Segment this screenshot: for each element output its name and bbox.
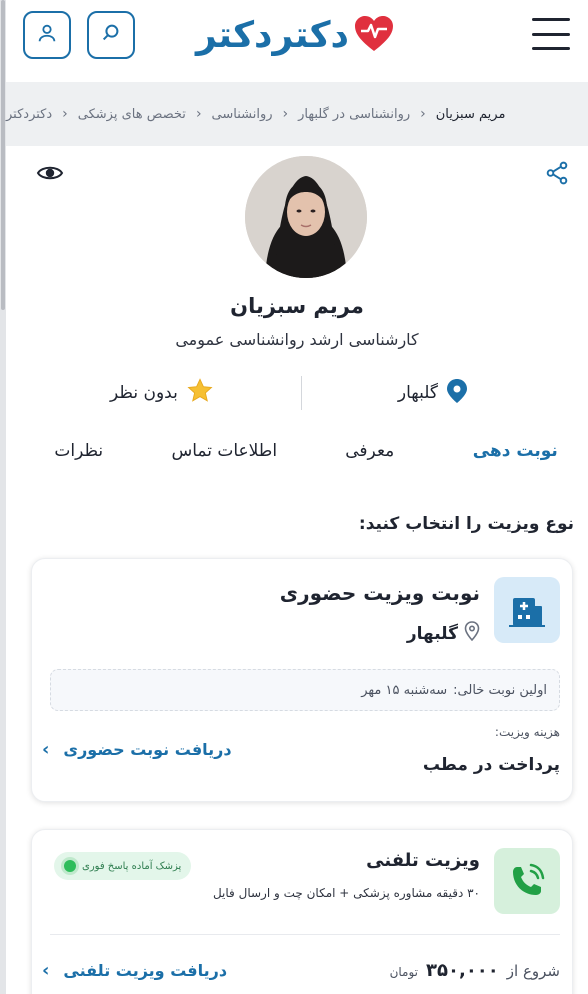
- doctor-name: مریم سبزیان: [230, 294, 364, 318]
- chevron-left-icon: ‹: [62, 106, 68, 122]
- meta-divider: [301, 376, 302, 410]
- breadcrumb-psychology-golbahar[interactable]: روانشناسی در گلبهار: [298, 107, 410, 122]
- share-icon[interactable]: [544, 160, 570, 190]
- get-in-person-appointment-button[interactable]: ‹ دریافت نوبت حضوری: [42, 739, 232, 760]
- breadcrumb-home[interactable]: دکتردکتر: [6, 107, 52, 122]
- scrollbar-thumb[interactable]: [1, 0, 5, 310]
- chevron-left-icon: ‹: [195, 106, 202, 122]
- star-icon: [186, 377, 214, 410]
- location-pin-icon: [446, 378, 468, 409]
- eye-icon[interactable]: [36, 162, 64, 188]
- breadcrumb: دکتردکتر ‹ تخصص های پزشکی ‹ روانشناسی ‹ …: [6, 82, 588, 146]
- first-slot-value: سه‌شنبه ۱۵ مهر: [361, 682, 448, 698]
- price-value: ۳۵۰,۰۰۰: [426, 960, 499, 981]
- phone-visit-price: شروع از ۳۵۰,۰۰۰ تومان: [390, 960, 560, 981]
- doctor-rating[interactable]: بدون نظر: [110, 376, 214, 410]
- instant-response-badge-text: پزشک آماده پاسخ فوری: [82, 860, 182, 872]
- page: دکتردکتر دکتردکتر ‹ تخصص های پزشکی ‹ روا…: [6, 0, 588, 994]
- phone-visit-title: ویزیت تلفنی: [366, 850, 480, 871]
- user-account-button[interactable]: [23, 11, 71, 59]
- in-person-visit-title: نوبت ویزیت حضوری: [279, 581, 480, 605]
- search-icon: [100, 22, 122, 48]
- top-header: دکتردکتر: [6, 0, 588, 82]
- visit-type-heading: نوع ویزیت را انتخاب کنید:: [358, 514, 574, 534]
- instant-response-badge: پزشک آماده پاسخ فوری: [54, 852, 192, 880]
- user-icon: [36, 22, 58, 48]
- online-dot-icon: [64, 860, 76, 872]
- in-person-visit-location: گلبهار: [407, 621, 480, 646]
- hamburger-menu-icon[interactable]: [532, 18, 570, 50]
- first-slot-label: اولین نوبت خالی:: [453, 682, 547, 698]
- in-person-visit-card[interactable]: نوبت ویزیت حضوری گلبهار اولین نوبت خالی:…: [31, 558, 573, 802]
- doctor-avatar: [245, 156, 367, 278]
- card-divider: [50, 934, 560, 935]
- breadcrumb-psychology[interactable]: روانشناسی: [212, 107, 273, 122]
- price-unit: تومان: [389, 965, 419, 979]
- location-pin-outline-icon: [464, 621, 480, 646]
- doctor-location-text: گلبهار: [397, 383, 438, 403]
- doctor-specialty: کارشناسی ارشد روانشناسی عمومی: [175, 330, 419, 349]
- doctor-rating-text: بدون نظر: [110, 383, 178, 403]
- search-button[interactable]: [87, 11, 135, 59]
- phone-visit-description: ۳۰ دقیقه مشاوره پزشکی + امکان چت و ارسال…: [212, 886, 480, 900]
- visit-fee-label: هزینه ویزیت:: [494, 725, 560, 739]
- get-phone-visit-button[interactable]: ‹ دریافت ویزیت تلفنی: [42, 960, 227, 981]
- logo-text: دکتردکتر: [196, 15, 350, 56]
- chevron-left-icon: ‹: [282, 106, 289, 122]
- chevron-left-icon: ‹: [420, 106, 426, 122]
- phone-visit-card[interactable]: ویزیت تلفنی پزشک آماده پاسخ فوری ۳۰ دقیق…: [31, 829, 573, 994]
- doctor-location: گلبهار: [398, 376, 468, 410]
- first-available-slot: اولین نوبت خالی: سه‌شنبه ۱۵ مهر: [50, 669, 560, 711]
- chevron-left-icon: ‹: [42, 960, 50, 981]
- doctor-profile-card: مریم سبزیان کارشناسی ارشد روانشناسی عموم…: [6, 146, 588, 478]
- visit-fee-value: پرداخت در مطب: [422, 755, 560, 775]
- phone-call-icon: [494, 848, 560, 914]
- breadcrumb-current: مریم سبزیان: [435, 106, 506, 122]
- phone-cta-label: دریافت ویزیت تلفنی: [63, 961, 228, 980]
- chevron-left-icon: ‹: [42, 739, 50, 760]
- site-logo[interactable]: دکتردکتر: [196, 12, 395, 60]
- visit-section: نوع ویزیت را انتخاب کنید: نوبت ویزیت حضو…: [6, 462, 588, 994]
- price-from-label: شروع از: [506, 962, 560, 980]
- in-person-cta-label: دریافت نوبت حضوری: [63, 740, 232, 759]
- in-person-location-text: گلبهار: [406, 623, 458, 644]
- breadcrumb-specialties[interactable]: تخصص های پزشکی: [78, 107, 186, 122]
- heart-logo-icon: [353, 15, 395, 57]
- hospital-building-icon: [494, 577, 560, 643]
